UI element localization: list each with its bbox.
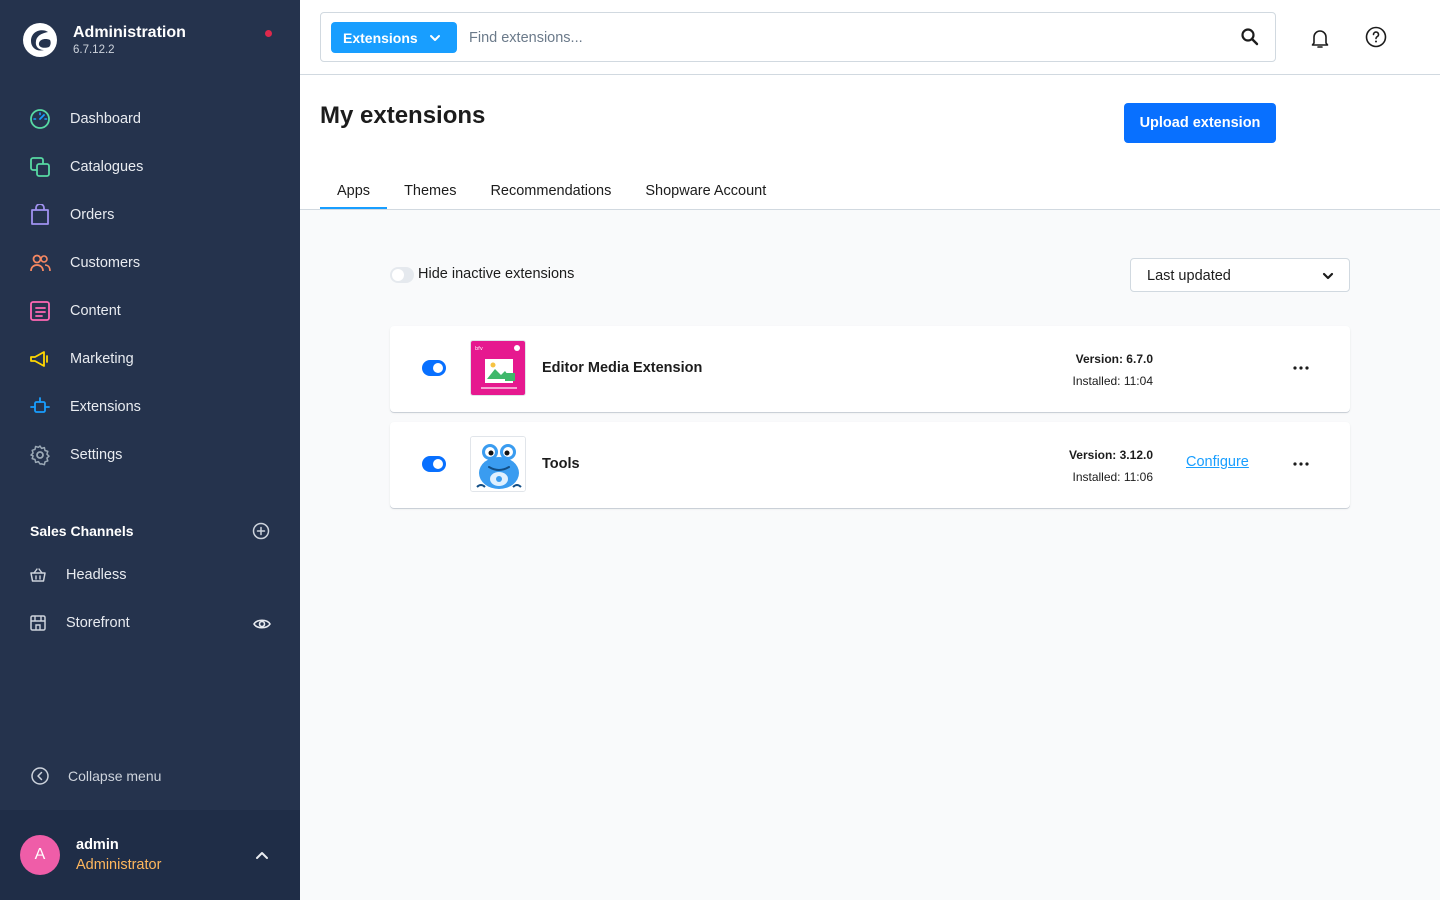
top-bar: Extensions (300, 0, 1440, 75)
extension-name: Tools (542, 456, 580, 472)
page-header: My extensions Upload extension Apps Them… (300, 75, 1440, 210)
filter-row: Hide inactive extensions Last updated (390, 258, 1350, 292)
extension-active-toggle[interactable] (422, 456, 446, 472)
extension-card: bfv Editor Media Extension Version: 6.7.… (390, 326, 1350, 412)
svg-text:bfv: bfv (475, 346, 483, 352)
shopware-logo-icon (23, 23, 57, 57)
tab-shopware-account[interactable]: Shopware Account (628, 173, 783, 209)
nav-label-content: Content (70, 303, 121, 319)
sales-channel-label: Headless (66, 567, 127, 583)
extension-meta: Version: 3.12.0 Installed: 11:06 (1069, 444, 1153, 488)
extensions-icon (30, 397, 50, 413)
hide-inactive-label: Hide inactive extensions (418, 266, 575, 282)
storefront-icon (30, 615, 46, 631)
chevron-left-circle-icon (31, 767, 49, 785)
nav-item-extensions[interactable]: Extensions (0, 383, 300, 431)
help-icon[interactable] (1364, 25, 1388, 49)
page-title: My extensions (320, 102, 486, 129)
hide-inactive-toggle[interactable] (390, 267, 414, 283)
editor-media-icon: bfv (470, 340, 526, 396)
avatar: A (20, 835, 60, 875)
sales-channel-storefront[interactable]: Storefront (0, 599, 300, 647)
extension-installed: Installed: 11:04 (1072, 374, 1153, 388)
content-icon (30, 301, 50, 321)
dashboard-icon (30, 109, 50, 129)
plus-circle-icon (252, 522, 270, 540)
collapse-menu-label: Collapse menu (68, 768, 162, 784)
customers-icon (30, 254, 51, 272)
collapse-menu-button[interactable]: Collapse menu (30, 766, 161, 786)
global-search: Extensions (320, 12, 1276, 62)
nav-item-catalogues[interactable]: Catalogues (0, 143, 300, 191)
search-type-label: Extensions (343, 29, 418, 46)
sales-channels-title: Sales Channels (30, 523, 134, 539)
user-role: Administrator (76, 857, 162, 873)
sort-select[interactable]: Last updated (1130, 258, 1350, 292)
tab-apps[interactable]: Apps (320, 173, 388, 209)
nav-label-catalogues: Catalogues (70, 159, 144, 175)
nav-label-customers: Customers (70, 255, 141, 271)
chevron-up-icon[interactable] (254, 848, 270, 862)
more-options-icon[interactable] (1290, 360, 1312, 376)
catalogues-icon (30, 157, 50, 177)
sales-channel-headless[interactable]: Headless (0, 551, 300, 599)
nav-item-orders[interactable]: Orders (0, 191, 300, 239)
nav-label-settings: Settings (70, 447, 123, 463)
extension-version: Version: 6.7.0 (1075, 352, 1153, 366)
notification-dot (265, 30, 272, 37)
extension-name: Editor Media Extension (542, 360, 703, 376)
search-icon[interactable] (1240, 27, 1260, 47)
nav-item-dashboard[interactable]: Dashboard (0, 95, 300, 143)
app-title: Administration (73, 24, 186, 41)
tab-recommendations[interactable]: Recommendations (473, 173, 628, 209)
user-menu[interactable]: A admin Administrator (0, 810, 300, 900)
search-input[interactable] (469, 23, 1209, 53)
nav-item-settings[interactable]: Settings (0, 431, 300, 479)
configure-link[interactable]: Configure (1186, 454, 1249, 470)
settings-icon (30, 445, 50, 466)
extension-version: Version: 3.12.0 (1068, 448, 1153, 462)
sales-channel-list: Headless Storefront (0, 551, 300, 647)
search-type-select[interactable]: Extensions (331, 22, 457, 53)
chevron-down-icon (430, 35, 440, 41)
basket-icon (30, 568, 46, 582)
marketing-icon (30, 351, 48, 367)
frog-icon (470, 436, 526, 492)
brand[interactable]: Administration 6.7.12.2 (22, 22, 186, 58)
nav-item-customers[interactable]: Customers (0, 239, 300, 287)
sales-channels-header: Sales Channels (30, 520, 270, 542)
extension-active-toggle[interactable] (422, 360, 446, 376)
upload-extension-button[interactable]: Upload extension (1124, 103, 1276, 143)
user-name: admin (76, 837, 119, 853)
app-version: 6.7.12.2 (73, 44, 115, 56)
sidebar: Administration 6.7.12.2 Dashboard Catalo… (0, 0, 300, 900)
tab-themes[interactable]: Themes (387, 173, 473, 209)
orders-icon (31, 204, 49, 225)
eye-icon[interactable] (253, 615, 271, 633)
main-nav: Dashboard Catalogues Orders Customers Co… (0, 95, 300, 479)
add-sales-channel-button[interactable] (252, 522, 270, 540)
nav-label-marketing: Marketing (70, 351, 134, 367)
nav-label-dashboard: Dashboard (70, 111, 141, 127)
sales-channel-label: Storefront (66, 615, 130, 631)
extension-meta: Version: 6.7.0 Installed: 11:04 (1072, 348, 1153, 392)
nav-item-marketing[interactable]: Marketing (0, 335, 300, 383)
nav-label-extensions: Extensions (70, 399, 141, 415)
extension-installed: Installed: 11:06 (1072, 470, 1153, 484)
extension-card: Tools Version: 3.12.0 Installed: 11:06 C… (390, 422, 1350, 508)
sort-value: Last updated (1147, 268, 1231, 284)
more-options-icon[interactable] (1290, 456, 1312, 472)
bell-icon[interactable] (1308, 26, 1332, 50)
nav-item-content[interactable]: Content (0, 287, 300, 335)
extension-tabs: Apps Themes Recommendations Shopware Acc… (320, 173, 783, 209)
chevron-down-icon (1322, 272, 1334, 280)
nav-label-orders: Orders (70, 207, 115, 223)
